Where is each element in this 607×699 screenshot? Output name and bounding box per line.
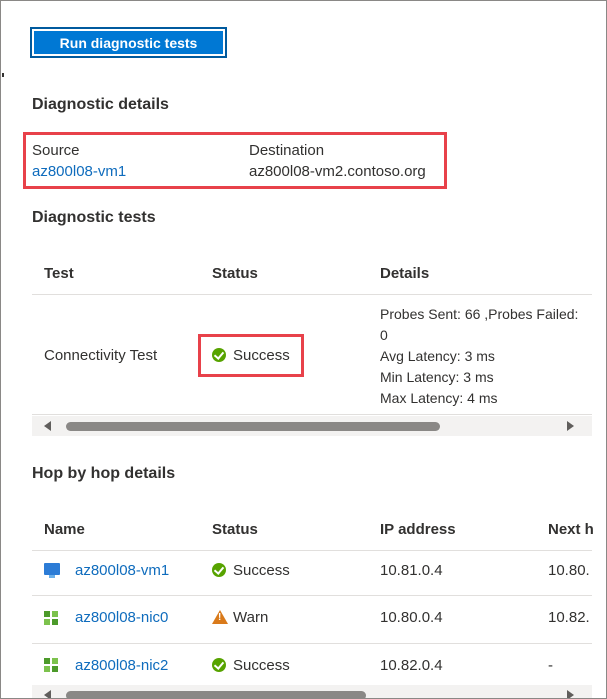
success-icon (212, 563, 226, 577)
divider (32, 595, 592, 596)
hops-horizontal-scrollbar[interactable] (32, 685, 592, 698)
scroll-left-icon[interactable] (44, 690, 51, 698)
divider (32, 414, 592, 415)
hop-status: Warn (233, 609, 269, 626)
run-diagnostic-tests-button[interactable]: Run diagnostic tests (30, 27, 227, 58)
details-line: Min Latency: 3 ms (380, 369, 494, 385)
diagnostic-tests-title: Diagnostic tests (32, 209, 156, 226)
column-header-test[interactable]: Test (44, 265, 74, 282)
test-name: Connectivity Test (44, 347, 158, 364)
nic-icon (44, 611, 58, 625)
hop-name-link[interactable]: az800l08-vm1 (75, 562, 169, 579)
divider (32, 643, 592, 644)
hop-ip: 10.80.0.4 (380, 609, 443, 626)
hop-next: 10.80. (548, 562, 590, 579)
vm-icon (44, 563, 60, 578)
hop-status: Success (233, 562, 290, 579)
column-header-status[interactable]: Status (212, 265, 258, 282)
nic-icon (44, 658, 58, 672)
tests-horizontal-scrollbar[interactable] (32, 416, 592, 436)
scroll-thumb[interactable] (66, 422, 440, 431)
hop-status: Success (233, 657, 290, 674)
scroll-left-icon[interactable] (44, 421, 51, 431)
column-header-details[interactable]: Details (380, 265, 429, 282)
test-details: Probes Sent: 66 ,Probes Failed: 0 Avg La… (380, 304, 578, 409)
column-header-ip-address[interactable]: IP address (380, 521, 456, 538)
column-header-name[interactable]: Name (44, 521, 85, 538)
panel-edge-mark (2, 73, 4, 77)
details-line: Probes Sent: 66 ,Probes Failed: (380, 306, 579, 322)
hop-ip: 10.81.0.4 (380, 562, 443, 579)
hop-next: - (548, 657, 553, 674)
divider (32, 294, 592, 295)
column-header-status[interactable]: Status (212, 521, 258, 538)
hop-by-hop-title: Hop by hop details (32, 465, 176, 482)
details-line: Avg Latency: 3 ms (380, 348, 495, 364)
warning-mark: ! (218, 612, 222, 623)
hop-name-link[interactable]: az800l08-nic0 (75, 609, 168, 626)
scroll-right-icon[interactable] (567, 690, 574, 698)
hop-name-link[interactable]: az800l08-nic2 (75, 657, 168, 674)
details-line: 0 (380, 327, 388, 343)
success-icon (212, 348, 226, 362)
source-link[interactable]: az800l08-vm1 (32, 163, 126, 180)
details-line: Max Latency: 4 ms (380, 390, 498, 406)
scroll-thumb[interactable] (66, 691, 366, 698)
column-header-next-hop[interactable]: Next h (548, 521, 594, 538)
success-icon (212, 658, 226, 672)
destination-label: Destination (249, 142, 325, 159)
test-status: Success (233, 347, 290, 364)
hop-next: 10.82. (548, 609, 590, 626)
hop-ip: 10.82.0.4 (380, 657, 443, 674)
divider (32, 550, 592, 551)
details-highlight-box (23, 132, 447, 189)
destination-value: az800l08-vm2.contoso.org (249, 163, 426, 180)
diagnostics-panel: Run diagnostic tests Diagnostic details … (0, 0, 607, 699)
source-label: Source (32, 142, 80, 159)
scroll-right-icon[interactable] (567, 421, 574, 431)
diagnostic-details-title: Diagnostic details (32, 96, 169, 113)
